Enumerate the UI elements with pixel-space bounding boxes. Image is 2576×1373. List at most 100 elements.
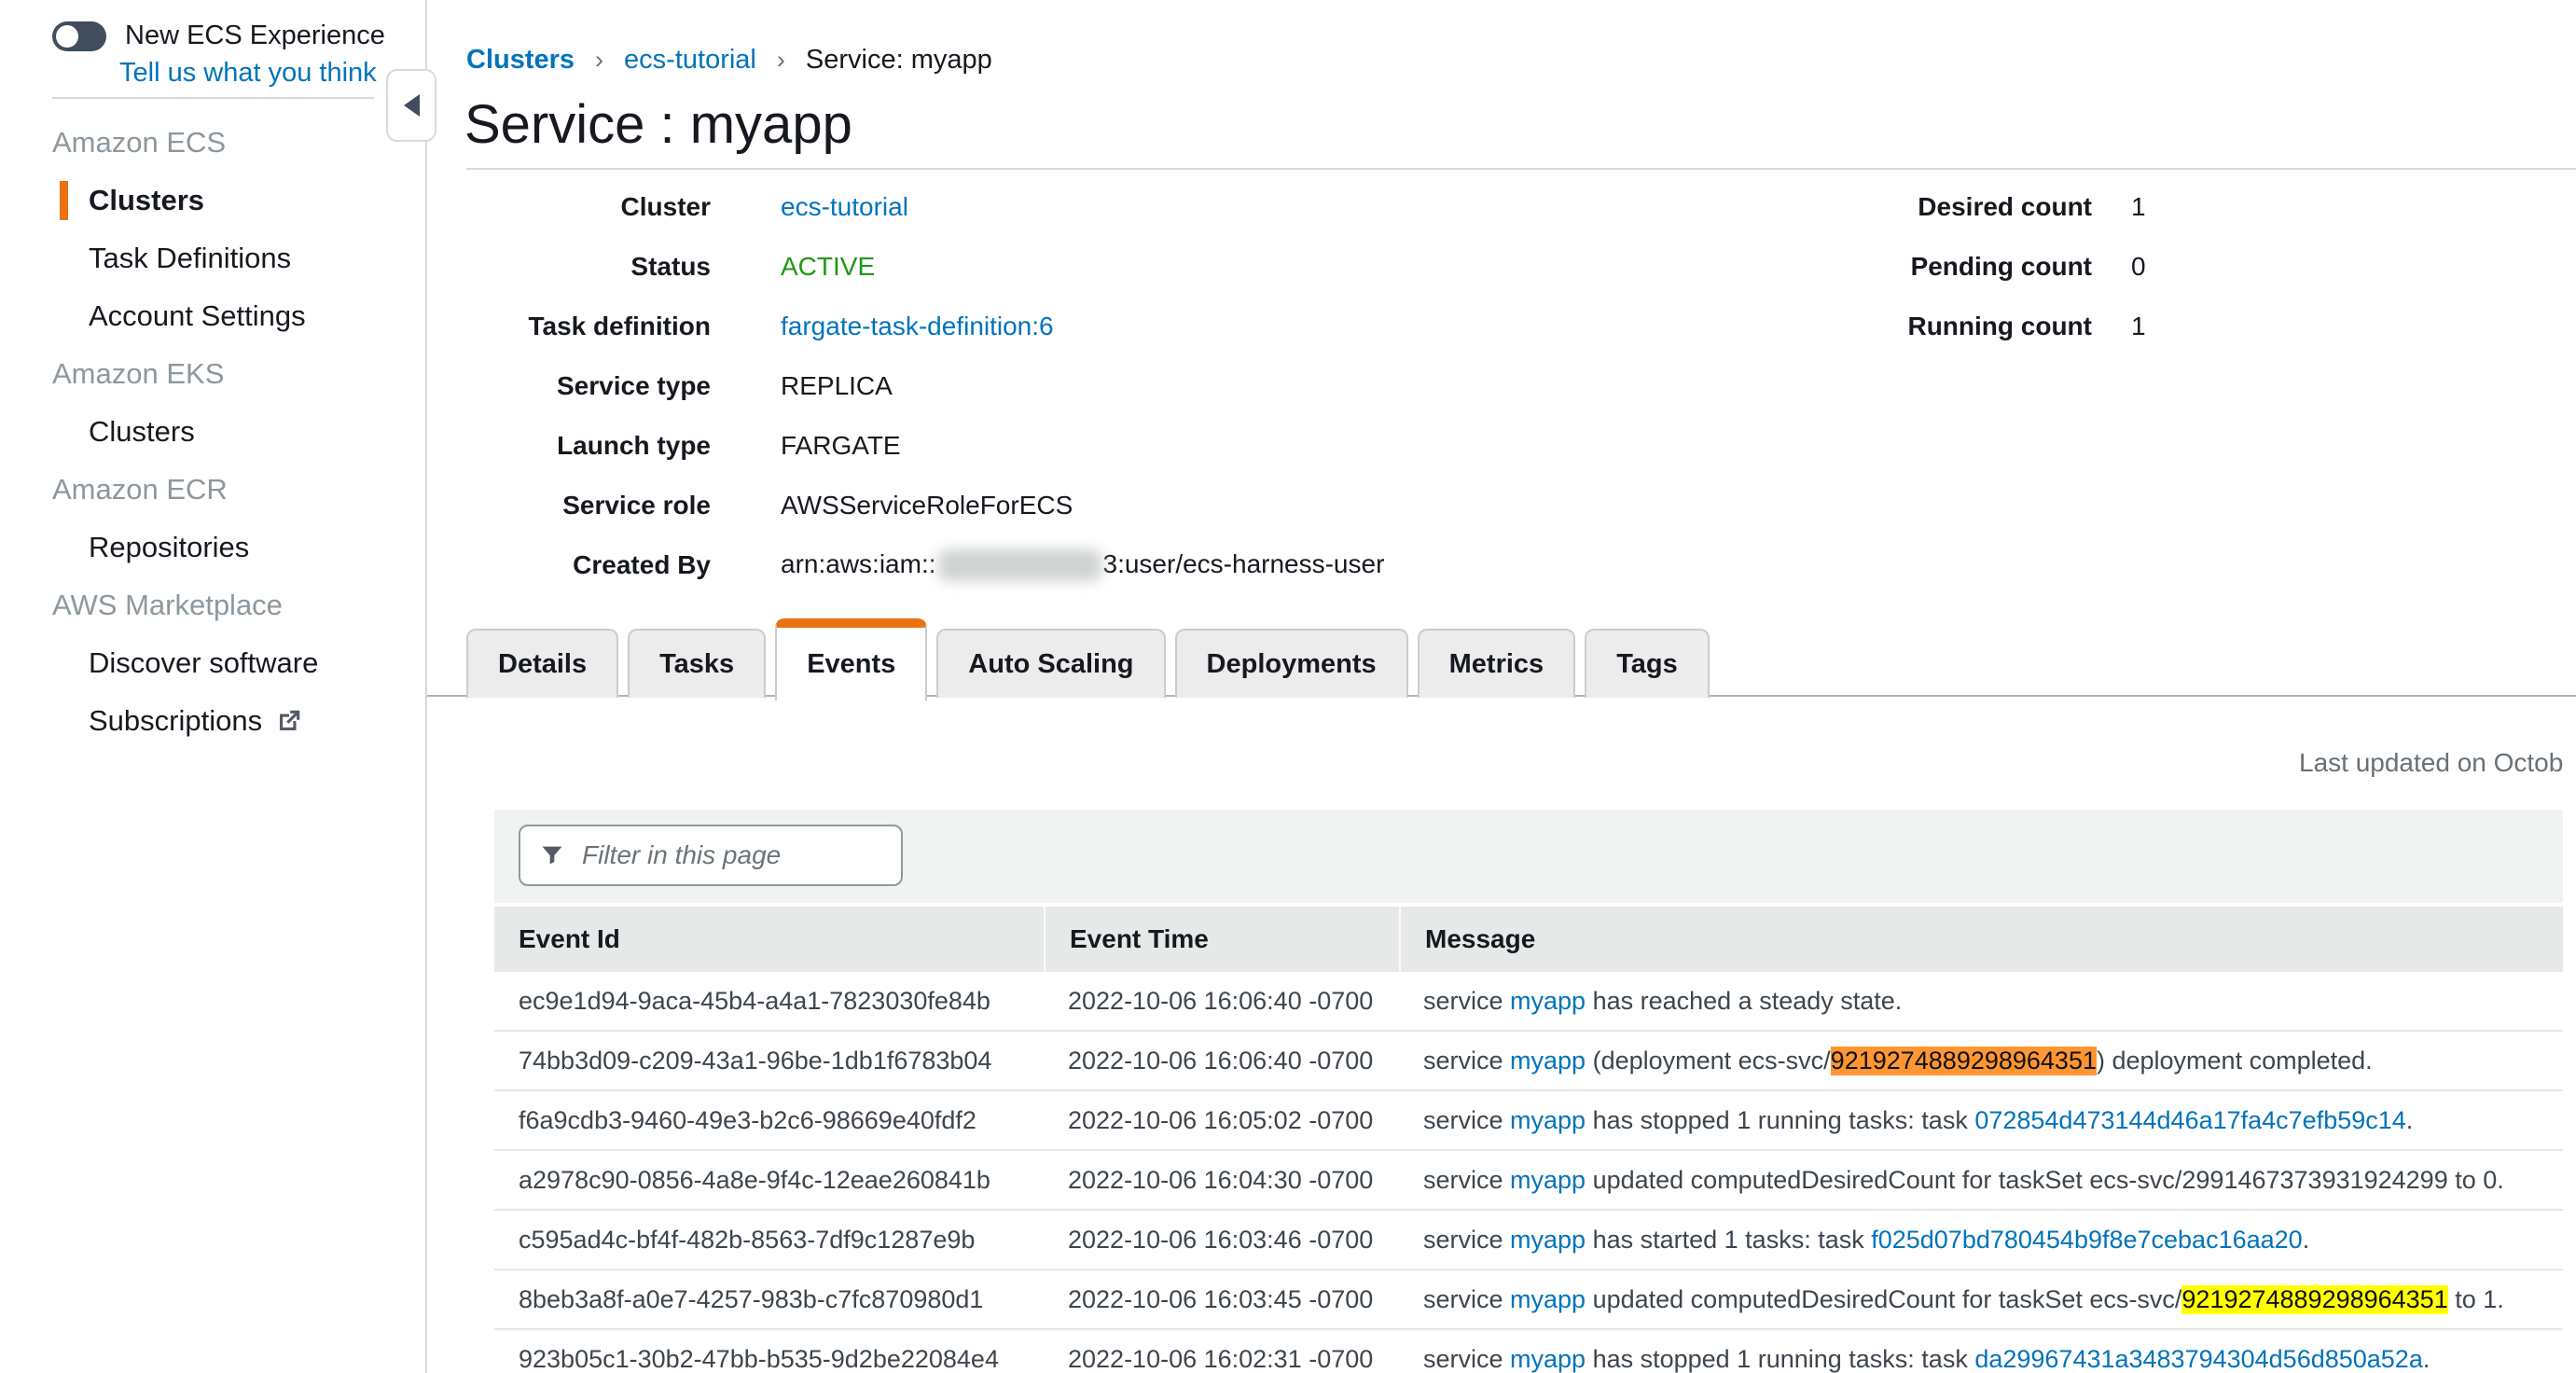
message-link[interactable]: myapp [1510,1106,1586,1135]
event-time-cell: 2022-10-06 16:03:45 -0700 [1044,1270,1399,1328]
detail-value-status: ACTIVE [781,252,1384,282]
sidebar-item-subscriptions[interactable]: Subscriptions [0,692,423,750]
sidebar-item-clusters[interactable]: Clusters [0,403,423,461]
service-counts: Desired count1Pending count0Running coun… [1868,177,2146,356]
filter-input[interactable] [580,839,921,871]
event-time-cell: 2022-10-06 16:03:46 -0700 [1044,1211,1399,1269]
detail-value-service-type: REPLICA [781,371,1384,401]
sidebar-item-label: Clusters [89,403,195,461]
sidebar-item-task-definitions[interactable]: Task Definitions [0,229,423,287]
message-link[interactable]: myapp [1510,987,1586,1016]
detail-value-service-role: AWSServiceRoleForECS [781,491,1384,520]
message-text: to 1. [2448,1285,2504,1314]
detail-label-task-definition: Task definition [466,312,711,341]
tab-events[interactable]: Events [775,618,927,700]
message-link[interactable]: 072854d473144d46a17fa4c7efb59c14 [1974,1106,2405,1135]
sidebar-item-discover-software[interactable]: Discover software [0,634,423,692]
message-text: updated computedDesiredCount for taskSet… [1586,1166,2504,1195]
funnel-icon [539,842,565,868]
message-link[interactable]: myapp [1510,1285,1586,1314]
detail-label-cluster: Cluster [466,192,711,222]
event-time-cell: 2022-10-06 16:05:02 -0700 [1044,1091,1399,1149]
event-id-cell: f6a9cdb3-9460-49e3-b2c6-98669e40fdf2 [494,1091,1044,1149]
message-text: . [2303,1226,2310,1255]
message-text: service [1423,1166,1510,1195]
tab-auto-scaling[interactable]: Auto Scaling [936,629,1165,698]
sidebar-item-repositories[interactable]: Repositories [0,519,423,576]
detail-value-task-definition[interactable]: fargate-task-definition:6 [781,312,1384,341]
filter-box [519,825,903,886]
main-content: Clusters›ecs-tutorial›Service: myapp Ser… [427,0,2576,1373]
sidebar-item-label: Repositories [89,519,249,576]
sidebar-item-clusters[interactable]: Clusters [0,172,423,229]
message-text: service [1423,1285,1510,1314]
detail-value-launch-type: FARGATE [781,431,1384,461]
breadcrumb-separator: › [595,46,603,75]
message-cell: service myapp has stopped 1 running task… [1399,1091,2563,1149]
message-text: has started 1 tasks: task [1586,1226,1871,1255]
message-text: service [1423,1047,1510,1075]
table-row: c595ad4c-bf4f-482b-8563-7df9c1287e9b2022… [494,1211,2563,1270]
sidebar-collapse-button[interactable] [386,69,436,142]
detail-value-cluster[interactable]: ecs-tutorial [781,192,1384,222]
toggle-knob [56,25,78,48]
message-link[interactable]: myapp [1510,1345,1586,1373]
detail-label-service-role: Service role [466,491,711,520]
sidebar-item-label: Discover software [89,634,318,692]
message-cell: service myapp updated computedDesiredCou… [1399,1151,2563,1209]
column-header-message: Message [1399,907,2563,972]
message-text: service [1423,1226,1510,1255]
tab-tasks[interactable]: Tasks [628,629,766,698]
detail-value-created-by: arn:aws:iam::3:user/ecs-harness-user [781,549,1384,582]
message-link[interactable]: myapp [1510,1226,1586,1255]
table-row: ec9e1d94-9aca-45b4-a4a1-7823030fe84b2022… [494,972,2563,1032]
event-id-cell: a2978c90-0856-4a8e-9f4c-12eae260841b [494,1151,1044,1209]
message-cell: service myapp has stopped 1 running task… [1399,1330,2563,1373]
event-time-cell: 2022-10-06 16:06:40 -0700 [1044,1032,1399,1089]
event-id-cell: ec9e1d94-9aca-45b4-a4a1-7823030fe84b [494,972,1044,1030]
sidebar-nav: Amazon ECSClustersTask DefinitionsAccoun… [0,114,423,750]
tab-details[interactable]: Details [466,629,618,698]
table-row: a2978c90-0856-4a8e-9f4c-12eae260841b2022… [494,1151,2563,1211]
sidebar: New ECS Experience Tell us what you thin… [0,0,427,1373]
tab-tags[interactable]: Tags [1585,629,1710,698]
message-link[interactable]: myapp [1510,1047,1586,1075]
event-id-cell: 8beb3a8f-a0e7-4257-983b-c7fc870980d1 [494,1270,1044,1328]
sidebar-section-amazon-ecr: Amazon ECR [0,461,423,519]
detail-value-running-count: 1 [2131,312,2146,341]
event-time-cell: 2022-10-06 16:04:30 -0700 [1044,1151,1399,1209]
new-ecs-experience-label: New ECS Experience [125,21,385,51]
message-text: ) deployment completed. [2097,1047,2373,1075]
sidebar-item-account-settings[interactable]: Account Settings [0,287,423,345]
message-cell: service myapp has reached a steady state… [1399,972,2563,1030]
new-ecs-experience-toggle[interactable] [52,21,106,51]
ecs-console-window: New ECS Experience Tell us what you thin… [0,0,2576,1373]
breadcrumb-link-clusters[interactable]: Clusters [466,45,575,76]
external-link-icon [275,707,303,735]
message-text: updated computedDesiredCount for taskSet… [1586,1285,2181,1314]
sidebar-item-label: Account Settings [89,287,306,345]
event-id-cell: 74bb3d09-c209-43a1-96be-1db1f6783b04 [494,1032,1044,1089]
sidebar-item-label: Clusters [89,172,204,229]
tab-deployments[interactable]: Deployments [1175,629,1408,698]
detail-value-desired-count: 1 [2131,192,2146,222]
detail-label-running-count: Running count [1868,312,2092,341]
tab-metrics[interactable]: Metrics [1418,629,1576,698]
sidebar-section-amazon-ecs: Amazon ECS [0,114,423,172]
message-text: service [1423,987,1510,1016]
events-table-header: Event IdEvent TimeMessage [494,907,2563,972]
table-row: 923b05c1-30b2-47bb-b535-9d2be22084e42022… [494,1330,2563,1373]
message-link[interactable]: myapp [1510,1166,1586,1195]
message-text: 9219274889298964351 [2181,1285,2447,1314]
tab-bar: DetailsTasksEventsAuto ScalingDeployment… [466,625,1710,698]
message-text: . [2406,1106,2414,1135]
message-text: has stopped 1 running tasks: task [1586,1106,1974,1135]
message-link[interactable]: da29967431a3483794304d56d850a52a [1974,1345,2423,1373]
sidebar-section-amazon-eks: Amazon EKS [0,345,423,403]
table-row: 8beb3a8f-a0e7-4257-983b-c7fc870980d12022… [494,1270,2563,1330]
message-text: service [1423,1345,1510,1373]
breadcrumb-link-ecs-tutorial[interactable]: ecs-tutorial [624,45,756,76]
page-title: Service : myapp [464,93,852,156]
feedback-link[interactable]: Tell us what you think [119,58,377,89]
message-link[interactable]: f025d07bd780454b9f8e7cebac16aa20 [1871,1226,2302,1255]
